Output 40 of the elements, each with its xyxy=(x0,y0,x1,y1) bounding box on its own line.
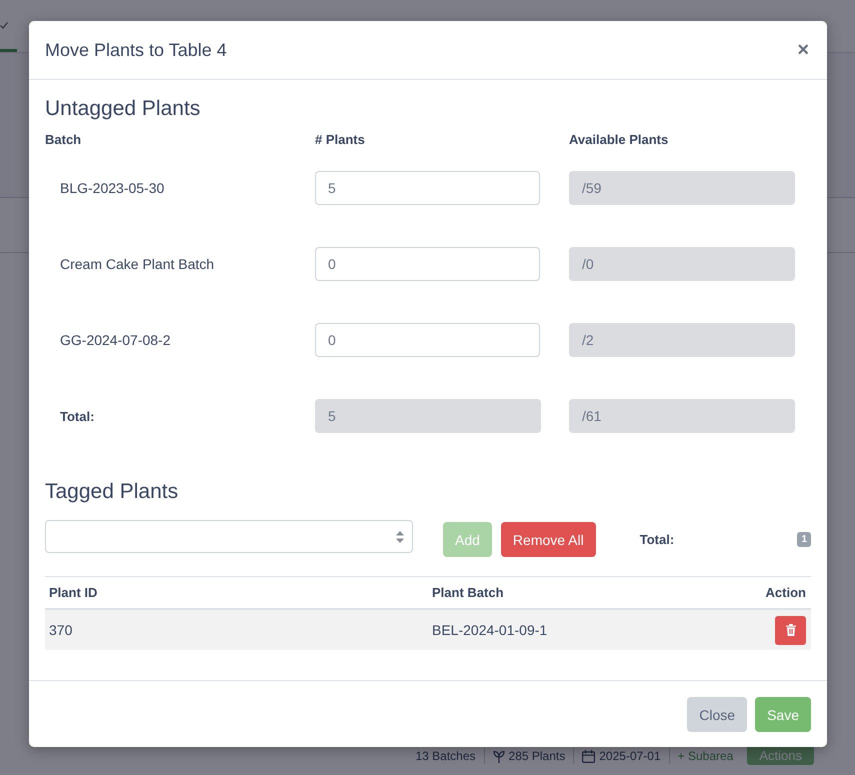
sprout-icon xyxy=(492,750,505,762)
calendar-icon xyxy=(582,750,596,762)
plant-count: 285 Plants xyxy=(508,748,566,764)
trash-icon xyxy=(786,624,796,636)
batch-name: BLG-2023-05-30 xyxy=(59,180,164,196)
table-cell-text: BEL-2024-01-09-1 xyxy=(431,622,548,638)
available-plants-field: /59 xyxy=(569,171,795,205)
column-header: Batch xyxy=(45,132,82,148)
total-label: Total: xyxy=(59,408,94,424)
section-heading: Untagged Plants xyxy=(45,96,200,122)
select-arrows-icon xyxy=(396,530,404,542)
tab-underline xyxy=(0,49,17,52)
column-header: Plant ID xyxy=(48,584,98,600)
batch-name: Cream Cake Plant Batch xyxy=(59,256,214,272)
column-header: Action xyxy=(764,584,807,600)
total-available-field: /61 xyxy=(569,399,795,433)
batch-name: GG-2024-07-08-2 xyxy=(59,332,171,348)
delete-button[interactable] xyxy=(775,616,806,644)
column-header: Available Plants xyxy=(569,132,668,148)
remove-all-button[interactable]: Remove All xyxy=(500,522,596,557)
plant-count-field[interactable]: 0 xyxy=(315,247,540,281)
save-button[interactable]: Save xyxy=(755,697,811,732)
available-plants-field: /2 xyxy=(569,323,795,357)
column-header: Plant Batch xyxy=(431,584,505,600)
close-button[interactable]: × xyxy=(797,40,809,60)
column-header: # Plants xyxy=(315,132,365,148)
close-button[interactable]: Close xyxy=(687,697,748,732)
table-cell-text: 370 xyxy=(48,622,74,638)
section-heading: Tagged Plants xyxy=(45,479,178,505)
plant-count-field[interactable]: 0 xyxy=(315,323,540,357)
total-plants-field: 5 xyxy=(315,399,541,433)
total-label: Total: xyxy=(640,532,674,548)
batch-count: 13 Batches xyxy=(415,748,476,764)
dialog-title: Move Plants to Table 4 xyxy=(45,39,227,61)
available-plants-field: /0 xyxy=(569,247,795,281)
subarea-link[interactable]: + Subarea xyxy=(678,748,734,764)
plant-count-field[interactable]: 5 xyxy=(315,171,540,205)
count-badge: 1 xyxy=(797,532,811,547)
date-text: 2025-07-01 xyxy=(599,748,661,764)
check-icon xyxy=(0,22,8,29)
